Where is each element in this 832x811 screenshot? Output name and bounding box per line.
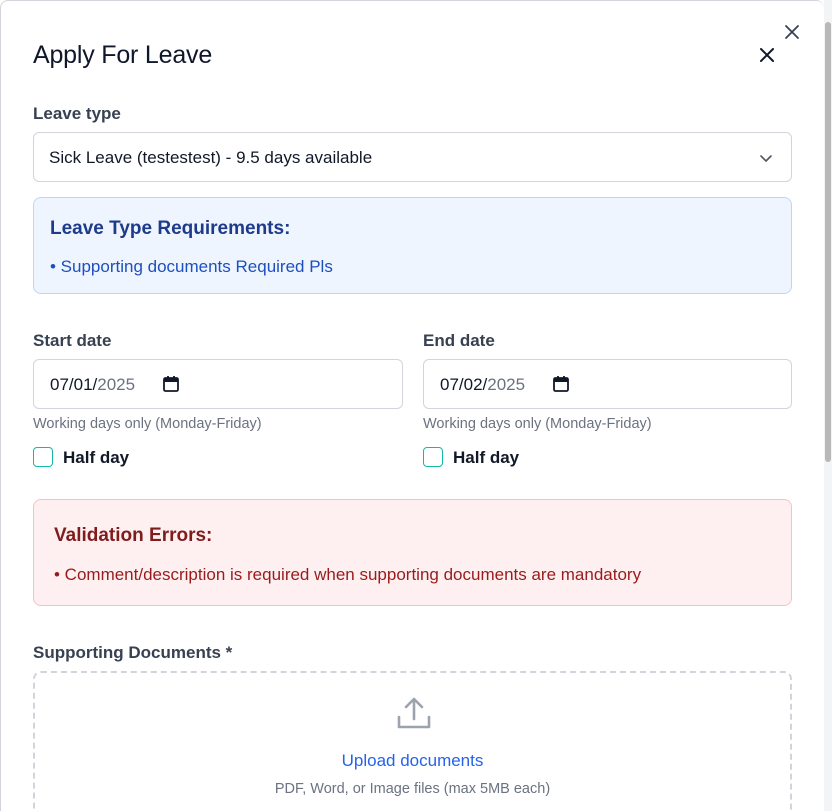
leave-type-label: Leave type [33,104,121,123]
end-date-hint: Working days only (Monday-Friday) [423,416,652,432]
validation-item: • Comment/description is required when s… [54,565,642,584]
validation-title: Validation Errors: [54,525,213,546]
requirements-title: Leave Type Requirements: [50,218,291,239]
chevron-down-icon [759,151,773,165]
validation-error-box: Validation Errors: • Comment/description… [33,499,792,606]
outer-close-icon[interactable] [781,21,803,43]
end-date-input[interactable]: 07/02/2025 [423,359,792,409]
requirements-info-box: Leave Type Requirements: • Supporting do… [33,197,792,294]
upload-dropzone[interactable]: Upload documents PDF, Word, or Image fil… [33,671,792,811]
end-date-value: 07/02/2025 [440,375,526,394]
close-icon[interactable] [756,44,778,66]
supporting-documents-label: Supporting Documents * [33,643,233,662]
scrollbar-thumb[interactable] [825,22,831,462]
calendar-icon[interactable] [162,375,180,393]
start-half-day-label[interactable]: Half day [63,448,129,468]
apply-leave-dialog: Apply For Leave Leave type Sick Leave (t… [0,0,824,811]
start-date-hint: Working days only (Monday-Friday) [33,416,262,432]
leave-type-select[interactable]: Sick Leave (testestest) - 9.5 days avail… [33,132,792,182]
end-half-day-label[interactable]: Half day [453,448,519,468]
upload-icon [395,695,433,733]
requirements-item: • Supporting documents Required Pls [50,257,333,276]
calendar-icon[interactable] [552,375,570,393]
dialog-title: Apply For Leave [33,41,213,69]
start-half-day-checkbox[interactable] [33,447,53,467]
start-date-label: Start date [33,331,112,350]
upload-documents-link[interactable]: Upload documents [35,751,790,771]
start-date-value: 07/01/2025 [50,375,136,394]
end-half-day-checkbox[interactable] [423,447,443,467]
upload-hint: PDF, Word, or Image files (max 5MB each) [274,781,551,797]
end-date-label: End date [423,331,495,350]
leave-type-selected-value: Sick Leave (testestest) - 9.5 days avail… [49,148,373,167]
start-date-input[interactable]: 07/01/2025 [33,359,403,409]
